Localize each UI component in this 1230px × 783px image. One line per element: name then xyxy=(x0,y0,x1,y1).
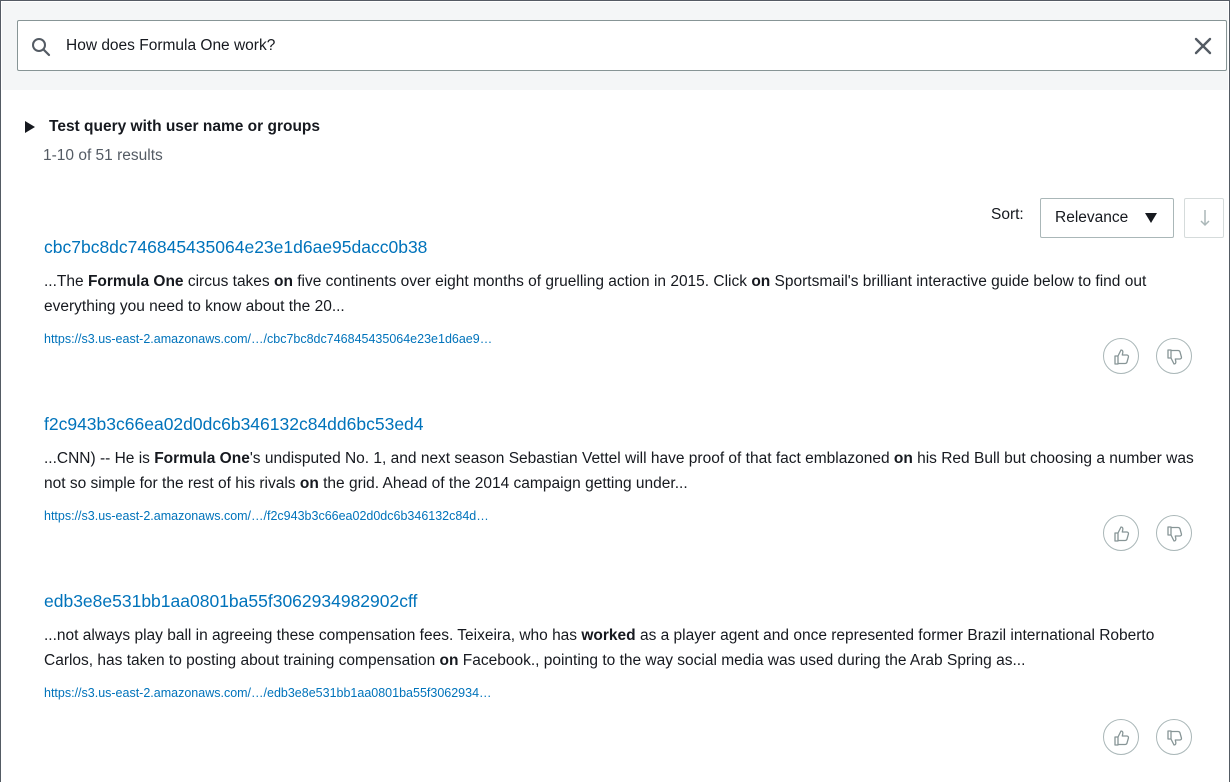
excerpt-text: 's undisputed No. 1, and next season Seb… xyxy=(249,450,894,467)
excerpt-highlight: Formula One xyxy=(87,273,184,290)
thumbs-down-icon xyxy=(1167,730,1183,746)
result-item: edb3e8e531bb1aa0801ba55f3062934982902cff… xyxy=(44,591,1204,700)
result-item: cbc7bc8dc746845435064e23e1d6ae95dacc0b38… xyxy=(44,237,1204,346)
result-item: f2c943b3c66ea02d0dc6b346132c84dd6bc53ed4… xyxy=(44,414,1204,523)
result-title-link[interactable]: edb3e8e531bb1aa0801ba55f3062934982902cff xyxy=(44,591,1204,612)
excerpt-highlight: on xyxy=(274,273,293,290)
excerpt-highlight: on xyxy=(439,652,459,669)
excerpt-text: ...not always play ball in agreeing thes… xyxy=(44,627,582,644)
thumbs-up-icon xyxy=(1114,526,1130,542)
sort-value: Relevance xyxy=(1055,209,1129,226)
result-excerpt: ...CNN) -- He is Formula One's undispute… xyxy=(44,446,1194,496)
sort-direction-button[interactable] xyxy=(1184,198,1224,238)
excerpt-highlight: on xyxy=(893,450,913,467)
excerpt-text: Facebook., pointing to the way social me… xyxy=(458,652,1026,669)
test-query-label: Test query with user name or groups xyxy=(49,118,321,135)
close-icon[interactable] xyxy=(1192,35,1214,57)
test-query-expander[interactable]: Test query with user name or groups xyxy=(25,115,320,139)
result-url-link[interactable]: https://s3.us-east-2.amazonaws.com/…/edb… xyxy=(44,686,1204,700)
thumbs-down-button[interactable] xyxy=(1156,719,1192,755)
thumbs-down-icon xyxy=(1167,526,1183,542)
caret-down-icon xyxy=(1145,213,1157,223)
excerpt-text: ...CNN) -- He is xyxy=(44,450,155,467)
search-results-panel: How does Formula One work? Test query wi… xyxy=(0,0,1230,782)
thumbs-up-icon xyxy=(1114,349,1130,365)
search-input[interactable]: How does Formula One work? xyxy=(17,20,1227,71)
arrow-down-icon xyxy=(1200,210,1210,227)
excerpt-text: five continents over eight months of gru… xyxy=(292,273,752,290)
result-url-link[interactable]: https://s3.us-east-2.amazonaws.com/…/cbc… xyxy=(44,332,1204,346)
result-title-link[interactable]: cbc7bc8dc746845435064e23e1d6ae95dacc0b38 xyxy=(44,237,1204,258)
thumbs-down-button[interactable] xyxy=(1156,515,1192,551)
sort-select[interactable]: Relevance xyxy=(1040,198,1174,238)
result-title-link[interactable]: f2c943b3c66ea02d0dc6b346132c84dd6bc53ed4 xyxy=(44,414,1204,435)
excerpt-highlight: on xyxy=(299,475,319,492)
thumbs-up-icon xyxy=(1114,730,1130,746)
sort-label: Sort: xyxy=(991,206,1024,223)
search-query-text[interactable]: How does Formula One work? xyxy=(66,21,275,70)
result-excerpt: ...not always play ball in agreeing thes… xyxy=(44,623,1194,673)
result-excerpt: ...The Formula One circus takes on five … xyxy=(44,269,1194,319)
excerpt-text: the grid. Ahead of the 2014 campaign get… xyxy=(318,475,688,492)
excerpt-text: ...The xyxy=(44,273,88,290)
thumbs-down-icon xyxy=(1167,349,1183,365)
thumbs-up-button[interactable] xyxy=(1103,515,1139,551)
excerpt-text: circus takes xyxy=(183,273,274,290)
thumbs-up-button[interactable] xyxy=(1103,338,1139,374)
excerpt-highlight: on xyxy=(751,273,771,290)
results-count: 1-10 of 51 results xyxy=(43,147,163,164)
result-url-link[interactable]: https://s3.us-east-2.amazonaws.com/…/f2c… xyxy=(44,509,1204,523)
excerpt-highlight: worked xyxy=(581,627,636,644)
excerpt-highlight: Formula One xyxy=(154,450,250,467)
thumbs-up-button[interactable] xyxy=(1103,719,1139,755)
caret-right-icon xyxy=(25,121,35,133)
search-icon xyxy=(31,37,51,57)
thumbs-down-button[interactable] xyxy=(1156,338,1192,374)
